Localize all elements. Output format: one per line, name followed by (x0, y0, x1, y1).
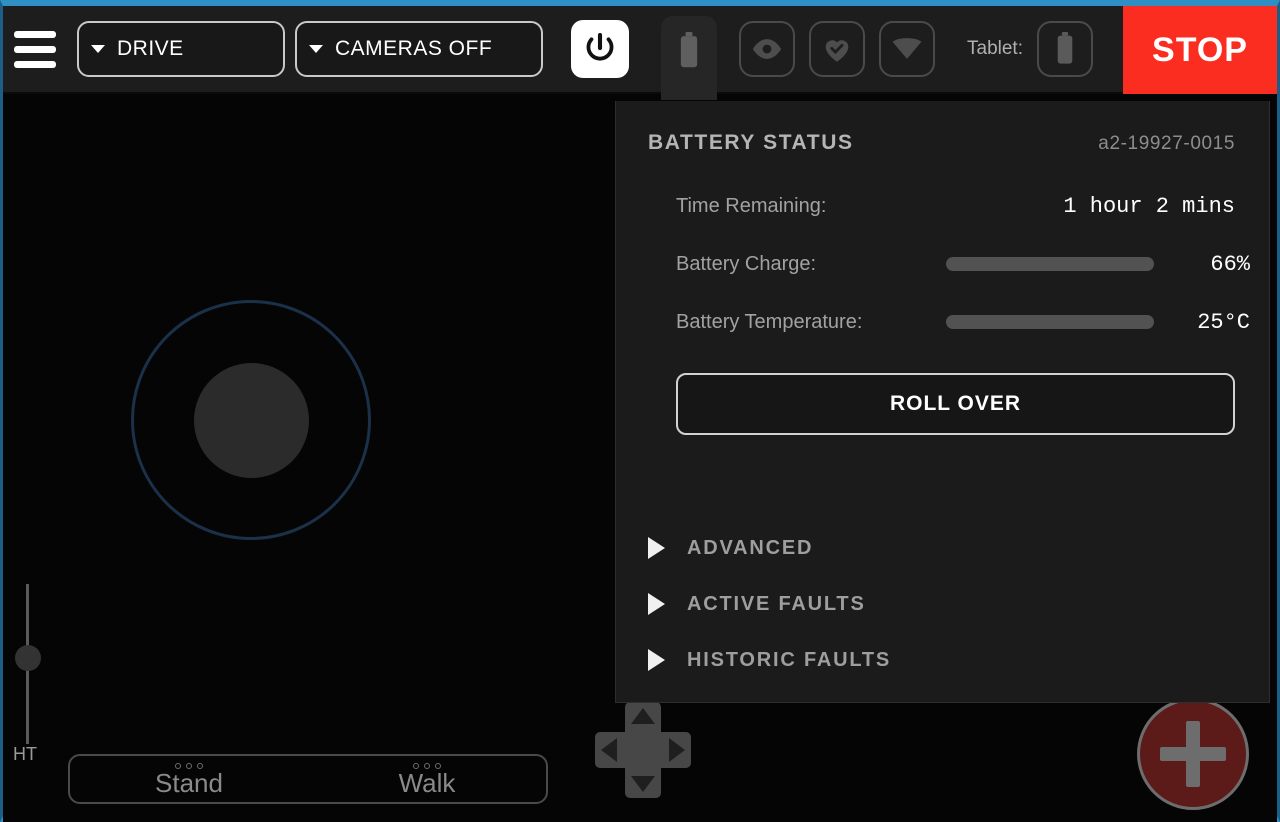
accordion-advanced[interactable]: ADVANCED (648, 520, 1269, 576)
panel-accordions: ADVANCED ACTIVE FAULTS HISTORIC FAULTS (616, 520, 1269, 688)
time-remaining-row: Time Remaining: 1 hour 2 mins (676, 177, 1235, 235)
power-button[interactable] (571, 20, 629, 78)
battery-serial-number: a2-19927-0015 (1098, 133, 1235, 154)
posture-toggle: Stand Walk (68, 754, 548, 804)
app-root: DRIVE CAMERAS OFF Tablet: STOP HT Stand … (0, 0, 1280, 822)
arrow-up-icon[interactable] (631, 708, 655, 724)
time-remaining-value: 1 hour 2 mins (1063, 193, 1235, 219)
tablet-battery-indicator[interactable] (1036, 21, 1093, 77)
arrow-right-icon[interactable] (669, 738, 685, 762)
battery-temperature-progressbar (946, 315, 1154, 329)
battery-temperature-value: 25°C (1197, 309, 1250, 335)
health-tab[interactable] (809, 21, 865, 77)
battery-temperature-row: Battery Temperature: 25°C (676, 293, 1250, 351)
walk-label: Walk (398, 767, 456, 798)
battery-charge-value: 66% (1210, 251, 1250, 277)
time-remaining-label: Time Remaining: (676, 194, 827, 217)
wifi-tab[interactable] (879, 21, 935, 77)
accordion-advanced-label: ADVANCED (687, 536, 814, 559)
stand-label: Stand (155, 767, 223, 798)
cameras-label: CAMERAS OFF (335, 37, 493, 60)
triangle-right-icon (648, 593, 665, 615)
stop-button[interactable]: STOP (1123, 6, 1277, 94)
arrow-down-icon[interactable] (631, 776, 655, 792)
height-slider[interactable]: HT (13, 584, 41, 764)
battery-metrics: Time Remaining: 1 hour 2 mins Battery Ch… (616, 155, 1269, 351)
tablet-label: Tablet: (967, 38, 1023, 59)
battery-tab[interactable] (661, 16, 717, 100)
page-title: BATTERY STATUS (648, 131, 854, 154)
roll-over-label: ROLL OVER (889, 392, 1022, 415)
perception-tab[interactable] (739, 21, 795, 77)
panel-header: BATTERY STATUS a2-19927-0015 (616, 101, 1269, 155)
accordion-historic-faults-label: HISTORIC FAULTS (687, 648, 892, 671)
dpad-control[interactable] (595, 702, 691, 798)
stop-label: STOP (1152, 30, 1248, 69)
triangle-right-icon (648, 537, 665, 559)
caret-down-icon (309, 45, 323, 53)
joystick-knob[interactable] (193, 362, 309, 478)
drive-mode-label: DRIVE (117, 37, 184, 60)
accordion-active-faults[interactable]: ACTIVE FAULTS (648, 576, 1269, 632)
accordion-historic-faults[interactable]: HISTORIC FAULTS (648, 632, 1269, 688)
battery-temperature-bar-wrap (946, 315, 1154, 329)
battery-charge-row: Battery Charge: 66% (676, 235, 1250, 293)
battery-charge-bar-wrap (946, 257, 1154, 271)
battery-charge-label: Battery Charge: (676, 252, 817, 275)
battery-temperature-label: Battery Temperature: (676, 310, 863, 333)
add-button[interactable] (1137, 698, 1249, 810)
arrow-left-icon[interactable] (601, 738, 617, 762)
cameras-dropdown[interactable]: CAMERAS OFF (295, 21, 543, 77)
battery-charge-progressbar (946, 257, 1154, 271)
drive-mode-dropdown[interactable]: DRIVE (77, 21, 285, 77)
battery-icon (1057, 32, 1073, 64)
wifi-icon (891, 36, 923, 59)
accordion-active-faults-label: ACTIVE FAULTS (687, 592, 866, 615)
height-slider-knob[interactable] (15, 645, 41, 671)
battery-status-panel: BATTERY STATUS a2-19927-0015 Time Remain… (615, 101, 1270, 703)
height-slider-label: HT (13, 744, 37, 764)
power-icon (586, 33, 614, 61)
roll-over-button[interactable]: ROLL OVER (676, 373, 1235, 435)
battery-icon (680, 32, 698, 68)
heart-icon (825, 40, 849, 62)
top-bar: DRIVE CAMERAS OFF Tablet: STOP (3, 6, 1277, 94)
stand-button[interactable]: Stand (70, 756, 308, 802)
hamburger-icon-bar (14, 45, 56, 53)
menu-button[interactable] (3, 5, 67, 93)
hamburger-icon-bar (14, 60, 56, 68)
eye-icon (752, 39, 782, 59)
plus-icon (1160, 747, 1226, 761)
hamburger-icon-bar (14, 30, 56, 38)
caret-down-icon (91, 45, 105, 53)
walk-button[interactable]: Walk (308, 756, 546, 802)
joystick-control[interactable] (131, 300, 371, 540)
triangle-right-icon (648, 649, 665, 671)
